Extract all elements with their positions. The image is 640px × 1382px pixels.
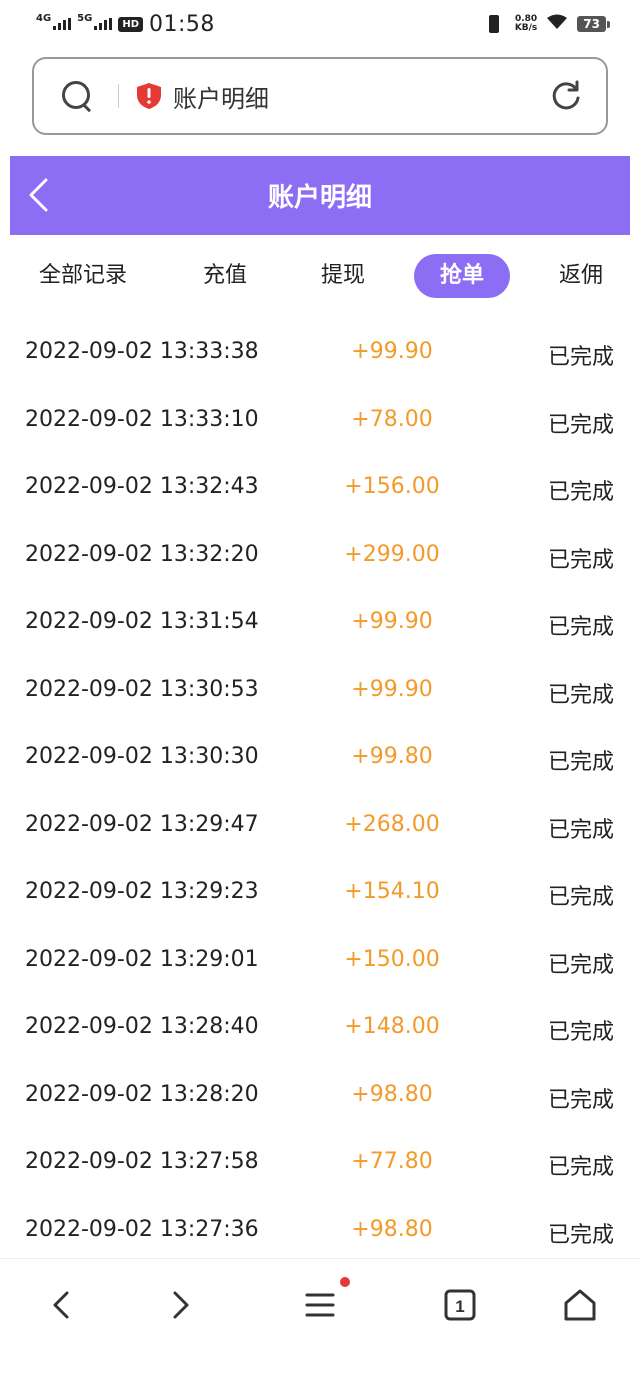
record-status: 已完成 [547, 1020, 614, 1045]
network-speed: 0.80 KB/s [515, 15, 537, 33]
record-amount: +150.00 [344, 946, 440, 972]
tab-recharge[interactable]: 充值 [190, 254, 260, 298]
records-list: 2022-09-02 13:33:38 +99.90 已完成 2022-09-0… [0, 321, 640, 1266]
hd-badge: HD [118, 16, 144, 32]
browser-bottom-nav: 1 [0, 1258, 640, 1382]
network-4g-indicator: 4G [36, 14, 72, 30]
record-date: 2022-09-02 13:29:01 [25, 946, 259, 972]
record-amount: +98.80 [351, 1216, 433, 1242]
record-amount: +156.00 [344, 474, 440, 499]
record-tabs: 全部记录 充值 提现 抢单 返佣 [0, 250, 640, 306]
list-item[interactable]: 2022-09-02 13:28:20 +98.80 已完成 [0, 1064, 640, 1132]
list-item[interactable]: 2022-09-02 13:29:23 +154.10 已完成 [0, 861, 640, 929]
record-status: 已完成 [547, 1087, 614, 1113]
status-left: 4G 5G HD 01:58 [36, 12, 215, 37]
vibrate-icon [483, 14, 505, 34]
tab-all-records[interactable]: 全部记录 [30, 254, 136, 298]
tab-commission[interactable]: 返佣 [546, 254, 616, 298]
record-amount: +268.00 [344, 811, 440, 837]
wifi-icon [547, 14, 568, 35]
tab-grab-order[interactable]: 抢单 [414, 254, 510, 298]
signal-bars-icon [53, 18, 72, 30]
record-status: 已完成 [547, 1222, 614, 1248]
list-item[interactable]: 2022-09-02 13:30:53 +99.90 已完成 [0, 659, 640, 727]
menu-notification-dot [340, 1277, 350, 1287]
record-amount: +154.10 [344, 879, 440, 904]
record-date: 2022-09-02 13:33:10 [25, 406, 259, 432]
home-icon[interactable] [560, 1285, 600, 1325]
record-status: 已完成 [547, 682, 614, 708]
record-date: 2022-09-02 13:27:36 [25, 1216, 259, 1242]
shield-warning-icon[interactable] [137, 83, 161, 109]
record-date: 2022-09-02 13:32:43 [25, 474, 259, 499]
record-date: 2022-09-02 13:30:30 [25, 744, 259, 769]
record-amount: +78.00 [351, 406, 433, 432]
record-amount: +299.00 [344, 541, 440, 567]
speed-unit: KB/s [514, 23, 538, 33]
record-amount: +148.00 [344, 1014, 440, 1039]
page-title: 账户明细 [267, 183, 372, 213]
address-divider [118, 84, 119, 108]
browser-address-bar[interactable]: 账户明细 [32, 57, 608, 135]
list-item[interactable]: 2022-09-02 13:29:01 +150.00 已完成 [0, 929, 640, 997]
record-status: 已完成 [547, 412, 614, 438]
record-amount: +99.90 [351, 676, 433, 702]
record-date: 2022-09-02 13:28:20 [25, 1081, 259, 1107]
record-date: 2022-09-02 13:32:20 [25, 541, 259, 567]
back-arrow-icon[interactable] [26, 178, 52, 212]
network-5g-indicator: 5G [77, 14, 113, 30]
record-status: 已完成 [547, 885, 614, 910]
record-status: 已完成 [547, 817, 614, 843]
record-date: 2022-09-02 13:30:53 [25, 676, 259, 702]
record-amount: +99.90 [351, 609, 433, 634]
record-amount: +99.80 [351, 744, 433, 769]
status-right: 0.80 KB/s 73 [483, 14, 610, 35]
open-tab-count: 1 [455, 1297, 464, 1316]
browser-forward-icon[interactable] [160, 1285, 200, 1325]
list-item[interactable]: 2022-09-02 13:27:36 +98.80 已完成 [0, 1199, 640, 1267]
record-amount: +77.80 [351, 1149, 433, 1174]
list-item[interactable]: 2022-09-02 13:31:54 +99.90 已完成 [0, 591, 640, 659]
clock: 01:58 [149, 11, 215, 37]
network-4g-label: 4G [36, 13, 52, 24]
browser-back-icon[interactable] [42, 1285, 82, 1325]
list-item[interactable]: 2022-09-02 13:33:38 +99.90 已完成 [0, 321, 640, 389]
status-bar: 4G 5G HD 01:58 0.80 KB/s 73 [0, 0, 640, 48]
record-date: 2022-09-02 13:29:47 [25, 811, 259, 837]
battery-indicator: 73 [577, 16, 610, 32]
record-status: 已完成 [547, 345, 614, 370]
tabs-button[interactable]: 1 [440, 1285, 480, 1325]
list-item[interactable]: 2022-09-02 13:32:20 +299.00 已完成 [0, 524, 640, 592]
record-date: 2022-09-02 13:33:38 [25, 339, 259, 364]
record-status: 已完成 [547, 952, 614, 978]
menu-icon[interactable] [300, 1285, 340, 1325]
refresh-icon[interactable] [550, 80, 582, 112]
address-text[interactable]: 账户明细 [173, 79, 550, 114]
record-status: 已完成 [547, 1155, 614, 1180]
record-date: 2022-09-02 13:27:58 [25, 1149, 259, 1174]
tab-withdraw[interactable]: 提现 [308, 254, 378, 298]
list-item[interactable]: 2022-09-02 13:29:47 +268.00 已完成 [0, 794, 640, 862]
record-status: 已完成 [547, 750, 614, 775]
list-item[interactable]: 2022-09-02 13:27:58 +77.80 已完成 [0, 1131, 640, 1199]
search-icon[interactable] [60, 79, 94, 113]
record-date: 2022-09-02 13:31:54 [25, 609, 259, 634]
record-status: 已完成 [547, 480, 614, 505]
record-amount: +98.80 [351, 1081, 433, 1107]
signal-bars-icon [94, 18, 113, 30]
record-date: 2022-09-02 13:28:40 [25, 1014, 259, 1039]
record-status: 已完成 [547, 547, 614, 573]
list-item[interactable]: 2022-09-02 13:28:40 +148.00 已完成 [0, 996, 640, 1064]
record-status: 已完成 [547, 615, 614, 640]
list-item[interactable]: 2022-09-02 13:30:30 +99.80 已完成 [0, 726, 640, 794]
network-5g-label: 5G [77, 13, 93, 24]
list-item[interactable]: 2022-09-02 13:32:43 +156.00 已完成 [0, 456, 640, 524]
list-item[interactable]: 2022-09-02 13:33:10 +78.00 已完成 [0, 389, 640, 457]
page-header: 账户明细 [10, 156, 630, 235]
record-amount: +99.90 [351, 339, 433, 364]
record-date: 2022-09-02 13:29:23 [25, 879, 259, 904]
